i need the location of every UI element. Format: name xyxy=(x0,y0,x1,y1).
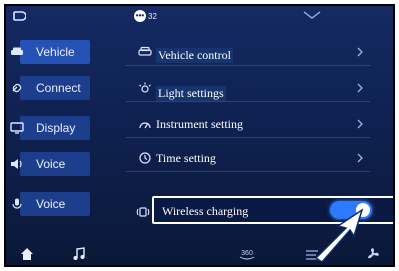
car-settings-screen: ••• 32 Vehicle Connect Display Voice Voi… xyxy=(4,4,395,267)
time-setting-row[interactable]: Time setting xyxy=(126,144,370,172)
back-icon[interactable] xyxy=(12,10,26,22)
light-icon xyxy=(139,82,151,93)
sidebar: Vehicle Connect Display Voice Voice xyxy=(6,28,106,228)
chevron-right-icon xyxy=(357,83,363,93)
message-count: 32 xyxy=(148,11,157,21)
sidebar-item-voice[interactable]: Voice xyxy=(6,152,90,176)
sidebar-item-label: Voice xyxy=(36,157,66,171)
row-label: Instrument setting xyxy=(156,117,243,131)
car-icon xyxy=(138,46,152,56)
status-bar: ••• 32 xyxy=(6,6,393,28)
chevron-right-icon xyxy=(357,119,363,129)
light-settings-row[interactable]: Light settings xyxy=(126,74,370,102)
sidebar-item-vehicle[interactable]: Vehicle xyxy=(6,40,90,64)
annotation-arrow xyxy=(314,208,364,262)
row-label: Vehicle control xyxy=(156,48,233,63)
sidebar-item-label: Connect xyxy=(36,81,81,95)
link-icon xyxy=(12,83,22,93)
car-icon xyxy=(11,47,23,55)
message-icon: ••• xyxy=(134,10,146,22)
wireless-charging-icon xyxy=(136,207,150,217)
message-badge[interactable]: ••• 32 xyxy=(134,10,157,22)
sidebar-item-display[interactable]: Display xyxy=(6,116,90,140)
display-icon xyxy=(10,122,24,134)
instrument-setting-row[interactable]: Instrument setting xyxy=(126,110,370,138)
speaker-icon xyxy=(11,159,22,169)
sidebar-item-label: Voice xyxy=(36,197,66,211)
360-camera-icon[interactable]: 360 xyxy=(238,247,256,261)
svg-text:360: 360 xyxy=(241,250,253,257)
row-label: Light settings xyxy=(156,86,226,101)
chevron-right-icon xyxy=(357,153,363,163)
sidebar-item-label: Vehicle xyxy=(36,45,75,59)
clock-icon xyxy=(139,152,151,164)
chevron-right-icon xyxy=(357,47,363,57)
row-label: Time setting xyxy=(156,151,216,165)
vehicle-control-row[interactable]: Vehicle control xyxy=(126,38,370,66)
music-icon[interactable] xyxy=(72,247,86,261)
settings-list: Vehicle control Light settings Instrumen xyxy=(126,28,391,224)
microphone-icon xyxy=(12,198,22,209)
row-label: Wireless charging xyxy=(162,204,249,218)
sidebar-item-label: Display xyxy=(36,121,76,135)
gauge-icon xyxy=(139,122,151,129)
sidebar-item-connect[interactable]: Connect xyxy=(6,76,90,100)
sidebar-item-voice-assistant[interactable]: Voice xyxy=(6,192,90,216)
chevron-down-icon[interactable] xyxy=(302,10,322,20)
home-icon[interactable] xyxy=(20,247,34,261)
